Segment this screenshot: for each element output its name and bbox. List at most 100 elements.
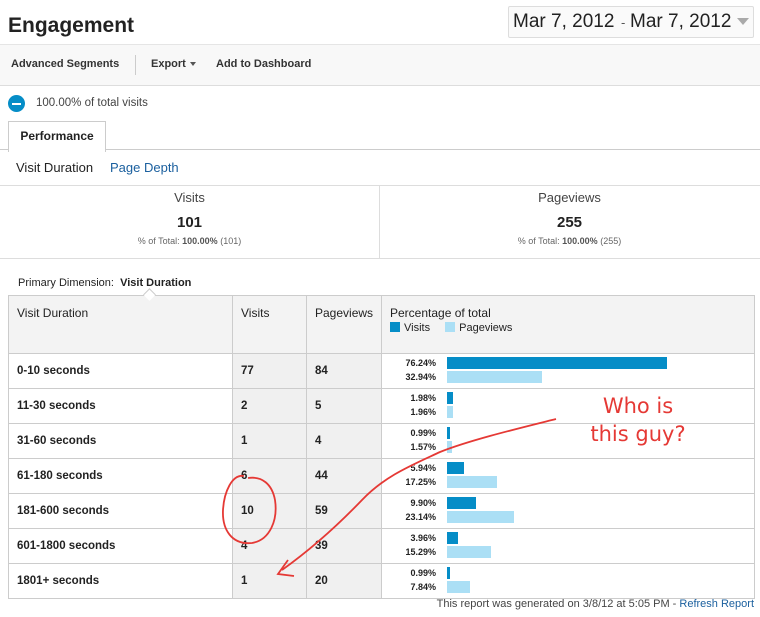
pageviews-bar <box>447 406 453 418</box>
cell-duration[interactable]: 11-30 seconds <box>8 388 233 424</box>
cell-duration[interactable]: 0-10 seconds <box>8 353 233 389</box>
visits-scorecard[interactable]: Visits 101 % of Total: 100.00% (101) <box>0 186 379 246</box>
advanced-segments-button[interactable]: Advanced Segments <box>11 58 119 70</box>
cell-pageviews: 4 <box>306 423 382 459</box>
pageviews-pct-label: 1.96% <box>410 407 436 417</box>
cell-duration[interactable]: 61-180 seconds <box>8 458 233 494</box>
visits-pct-label: 0.99% <box>410 568 436 578</box>
primary-dimension: Primary Dimension: Visit Duration <box>18 277 191 289</box>
annotation-line-1: Who is <box>602 394 674 418</box>
pageviews-pct-label: 15.29% <box>405 547 436 557</box>
header-visits[interactable]: Visits <box>232 295 307 354</box>
pageviews-value: 255 <box>556 214 583 231</box>
header-visit-duration[interactable]: Visit Duration <box>8 295 233 354</box>
toolbar: Advanced Segments Export Add to Dashboar… <box>0 44 760 86</box>
table-row[interactable]: 61-180 seconds 6 44 5.94% 17.25% <box>8 458 755 494</box>
visits-bar <box>447 567 450 579</box>
date-end: Mar 7, 2012 <box>630 11 732 32</box>
primary-dimension-label: Primary Dimension: <box>18 277 114 289</box>
header-percentage-label: Percentage of total <box>390 306 491 320</box>
pageviews-label: Pageviews <box>538 190 601 205</box>
cell-duration[interactable]: 31-60 seconds <box>8 423 233 459</box>
cell-visits: 77 <box>232 353 307 389</box>
cell-pageviews: 44 <box>306 458 382 494</box>
visits-value: 101 <box>176 214 203 231</box>
pageviews-scorecard[interactable]: Pageviews 255 % of Total: 100.00% (255) <box>380 186 759 246</box>
chevron-down-icon <box>189 62 196 67</box>
export-label: Export <box>151 58 186 70</box>
tab-divider <box>0 149 760 150</box>
pageviews-bar <box>447 476 497 488</box>
annotation-line-2: this guy? <box>590 422 686 446</box>
cell-duration[interactable]: 1801+ seconds <box>8 563 233 599</box>
visits-pct-label: 3.96% <box>410 533 436 543</box>
pageviews-subtext: % of Total: 100.00% (255) <box>517 236 622 246</box>
chevron-down-icon[interactable] <box>737 18 749 25</box>
visits-pct-label: 76.24% <box>405 358 436 368</box>
cell-percentage: 76.24% 32.94% <box>381 353 755 389</box>
page-title: Engagement <box>8 14 135 37</box>
add-to-dashboard-button[interactable]: Add to Dashboard <box>216 58 311 70</box>
segment-pie-icon[interactable] <box>8 95 25 112</box>
header-percentage[interactable]: Percentage of total Visits Pageviews <box>381 295 755 354</box>
cell-visits: 1 <box>232 563 307 599</box>
export-button[interactable]: Export <box>151 58 196 70</box>
pageviews-pct-label: 17.25% <box>405 477 436 487</box>
legend-visits: Visits <box>404 322 431 334</box>
chart-legend: Visits Pageviews <box>390 322 754 334</box>
toolbar-divider <box>135 55 136 75</box>
cell-percentage: 9.90% 23.14% <box>381 493 755 529</box>
visits-pct-label: 5.94% <box>410 463 436 473</box>
table-row[interactable]: 601-1800 seconds 4 39 3.96% 15.29% <box>8 528 755 564</box>
generated-text: This report was generated on 3/8/12 at 5… <box>436 598 677 610</box>
cell-pageviews: 20 <box>306 563 382 599</box>
date-start: Mar 7, 2012 <box>513 11 615 32</box>
pageviews-pct-label: 1.57% <box>410 442 436 452</box>
annotation-text: Who is this guy? <box>578 392 698 448</box>
primary-dimension-value[interactable]: Visit Duration <box>120 277 191 289</box>
legend-pageviews-swatch <box>445 322 456 332</box>
pageviews-pct-label: 7.84% <box>410 582 436 592</box>
table-row[interactable]: 0-10 seconds 77 84 76.24% 32.94% <box>8 353 755 389</box>
report-footer: This report was generated on 3/8/12 at 5… <box>437 598 754 610</box>
table-row[interactable]: 1801+ seconds 1 20 0.99% 7.84% <box>8 563 755 599</box>
pageviews-bar <box>447 511 514 523</box>
visits-bar <box>447 497 476 509</box>
date-separator: - <box>621 15 626 30</box>
visits-pct-label: 0.99% <box>410 428 436 438</box>
visits-subtext: % of Total: 100.00% (101) <box>137 236 242 246</box>
header-pageviews[interactable]: Pageviews <box>306 295 382 354</box>
subnav-page-depth[interactable]: Page Depth <box>110 160 179 175</box>
segment-label: 100.00% of total visits <box>36 97 148 109</box>
pageviews-bar <box>447 581 470 593</box>
cell-duration[interactable]: 601-1800 seconds <box>8 528 233 564</box>
visits-bar <box>447 462 465 474</box>
visits-bar <box>447 532 459 544</box>
legend-visits-swatch <box>390 322 400 332</box>
subnav-visit-duration[interactable]: Visit Duration <box>16 160 93 175</box>
visits-bar <box>447 357 667 369</box>
cell-duration[interactable]: 181-600 seconds <box>8 493 233 529</box>
cell-percentage: 0.99% 1.57% <box>381 423 755 459</box>
visits-label: Visits <box>174 190 205 205</box>
refresh-report-link[interactable]: Refresh Report <box>679 598 754 610</box>
cell-percentage: 3.96% 15.29% <box>381 528 755 564</box>
pageviews-pct-label: 32.94% <box>405 372 436 382</box>
table-header-row: Visit Duration Visits Pageviews Percenta… <box>8 295 755 354</box>
visits-pct-label: 1.98% <box>410 393 436 403</box>
cell-visits: 6 <box>232 458 307 494</box>
visits-bar <box>447 392 453 404</box>
cell-pageviews: 84 <box>306 353 382 389</box>
visits-bar <box>447 427 450 439</box>
date-range-picker[interactable]: Mar 7, 2012 - Mar 7, 2012 <box>508 6 754 38</box>
pageviews-pct-label: 23.14% <box>405 512 436 522</box>
tab-performance[interactable]: Performance <box>8 121 106 152</box>
cell-pageviews: 39 <box>306 528 382 564</box>
table-row[interactable]: 181-600 seconds 10 59 9.90% 23.14% <box>8 493 755 529</box>
pageviews-bar <box>447 441 452 453</box>
pageviews-bar <box>447 371 542 383</box>
cell-percentage: 5.94% 17.25% <box>381 458 755 494</box>
visits-pct-label: 9.90% <box>410 498 436 508</box>
cell-visits: 4 <box>232 528 307 564</box>
cell-visits: 2 <box>232 388 307 424</box>
